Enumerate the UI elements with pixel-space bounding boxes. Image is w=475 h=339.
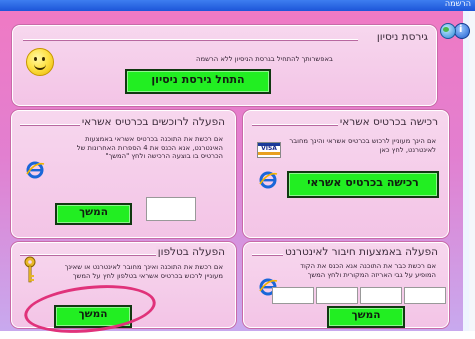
product-code-field-2[interactable] (316, 287, 358, 304)
card-purchase-panel: רכישה בכרטיס אשראי אם הינך מעוניין לרכוש… (243, 110, 449, 238)
card-last-digits-input[interactable] (146, 197, 196, 221)
key-icon (24, 256, 36, 283)
card-purchase-title: רכישה בכרטיס אשראי (337, 116, 440, 128)
internet-activation-continue-button[interactable]: המשך (327, 306, 405, 328)
window-right-edge (469, 11, 475, 331)
window-title: הרשמה (444, 0, 471, 8)
internet-explorer-icon (26, 161, 45, 179)
trial-panel: גירסת ניסיון באפשרותך להתחיל בגרסת הניסי… (12, 25, 437, 106)
trial-text: באפשרותך להתחיל בגרסת הניסיון ללא הרשמה (196, 55, 333, 63)
card-activation-title: הפעלה לרוכשים בכרטיס אשראי (79, 116, 227, 128)
trial-title: גירסת ניסיון (376, 31, 428, 43)
card-activation-panel: הפעלה לרוכשים בכרטיס אשראי אם רכשת את הת… (11, 110, 236, 238)
product-code-field-4[interactable] (404, 287, 446, 304)
product-code-field-1[interactable] (272, 287, 314, 304)
phone-activation-title: הפעלה בטלפון (155, 246, 227, 258)
phone-activation-text: אם רכשת את התוכנה ואינך מחובר לאינטרנט א… (64, 263, 223, 280)
internet-activation-title: הפעלה באמצעות חיבור לאינטרנט (283, 246, 440, 258)
product-code-field-3[interactable] (360, 287, 402, 304)
help-icon[interactable]: i (454, 23, 470, 39)
window-titlebar: הרשמה (0, 0, 475, 11)
card-purchase-button[interactable]: רכישה בכרטיס אשראי (287, 171, 439, 198)
card-activation-continue-button[interactable]: המשך (55, 203, 132, 225)
card-purchase-text: אם הינך מעוניין לרכוש בכרטיס אשראי והינך… (289, 137, 436, 154)
globe-icon[interactable] (440, 23, 456, 39)
smiley-icon (26, 48, 54, 76)
start-trial-button[interactable]: התחל גירסת ניסיון (125, 69, 271, 94)
card-activation-text: אם רכשת את התוכנה בכרטיס אשראי באמצעות ה… (76, 135, 223, 161)
internet-explorer-icon (259, 171, 278, 189)
internet-activation-panel: הפעלה באמצעות חיבור לאינטרנט אם רכשת כבר… (243, 242, 449, 328)
visa-card-icon: VISA (257, 142, 281, 158)
internet-activation-text: אם רכשת כבר את התוכנה אנא הכנס את הקוד ה… (300, 262, 436, 279)
